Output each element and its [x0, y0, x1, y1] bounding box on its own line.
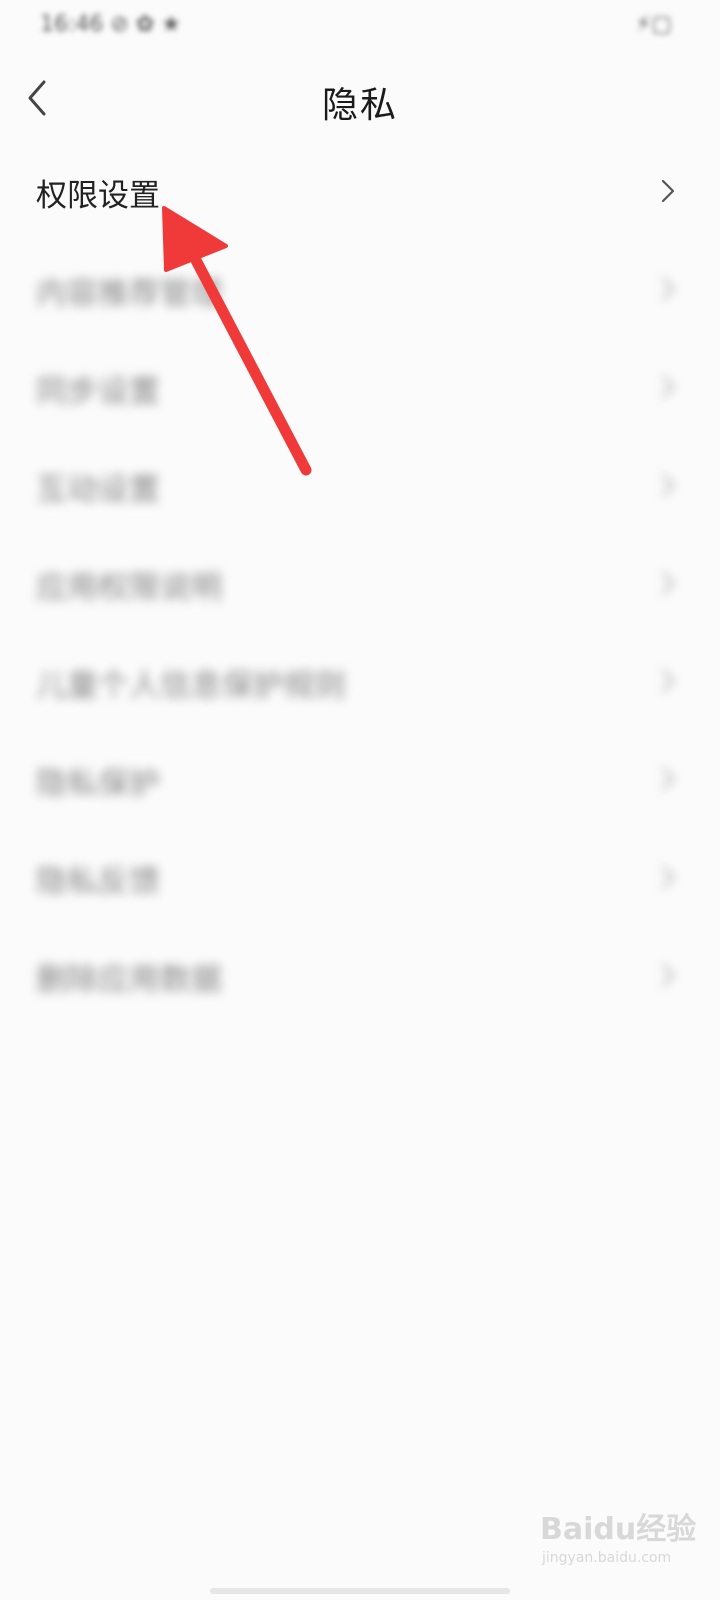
menu-item-label: 删除应用数据 — [36, 962, 222, 998]
menu-item-interaction-settings[interactable]: 互动设置 — [0, 436, 720, 534]
chevron-right-icon — [661, 375, 675, 399]
chevron-right-icon — [661, 767, 675, 791]
battery-icon: ⚡▢ — [635, 12, 672, 37]
menu-item-privacy-feedback[interactable]: 隐私反馈 — [0, 828, 720, 926]
menu-item-content-recommendation[interactable]: 内容推荐管理 — [0, 240, 720, 338]
chevron-right-icon — [661, 277, 675, 301]
menu-item-label: 权限设置 — [36, 178, 160, 214]
menu-item-label: 隐私反馈 — [36, 864, 160, 900]
watermark: Baidu经验 jingyan.baidu.com — [540, 1504, 697, 1566]
menu-item-label: 同步设置 — [36, 374, 160, 410]
chevron-right-icon — [661, 179, 675, 203]
menu-item-sync-settings[interactable]: 同步设置 — [0, 338, 720, 436]
home-indicator[interactable] — [210, 1588, 510, 1594]
status-bar: 16:46 ⊘ ✿ ★ ⚡▢ — [0, 0, 720, 56]
menu-item-permission-settings[interactable]: 权限设置 — [0, 142, 720, 240]
watermark-url: jingyan.baidu.com — [542, 1550, 672, 1566]
status-time: 16:46 ⊘ ✿ ★ — [40, 12, 181, 37]
chevron-right-icon — [661, 473, 675, 497]
page-title: 隐私 — [321, 85, 398, 126]
chevron-right-icon — [661, 571, 675, 595]
baidu-logo: Baidu经验 — [540, 1512, 697, 1547]
menu-item-app-permission-info[interactable]: 应用权限说明 — [0, 534, 720, 632]
menu-item-label: 内容推荐管理 — [36, 276, 222, 312]
chevron-right-icon — [661, 865, 675, 889]
menu-item-child-privacy-rules[interactable]: 儿童个人信息保护规则 — [0, 632, 720, 730]
menu-list: 权限设置 内容推荐管理 同步设置 互动设置 应用权限说明 儿童个人信息保护规则 … — [0, 142, 720, 1024]
menu-item-label: 隐私保护 — [36, 766, 160, 802]
chevron-right-icon — [661, 669, 675, 693]
menu-item-privacy-protection[interactable]: 隐私保护 — [0, 730, 720, 828]
menu-item-delete-app-data[interactable]: 删除应用数据 — [0, 926, 720, 1024]
menu-item-label: 互动设置 — [36, 472, 160, 508]
header: 隐私 — [0, 62, 720, 138]
menu-item-label: 儿童个人信息保护规则 — [36, 668, 346, 704]
chevron-right-icon — [661, 963, 675, 987]
menu-item-label: 应用权限说明 — [36, 570, 222, 606]
